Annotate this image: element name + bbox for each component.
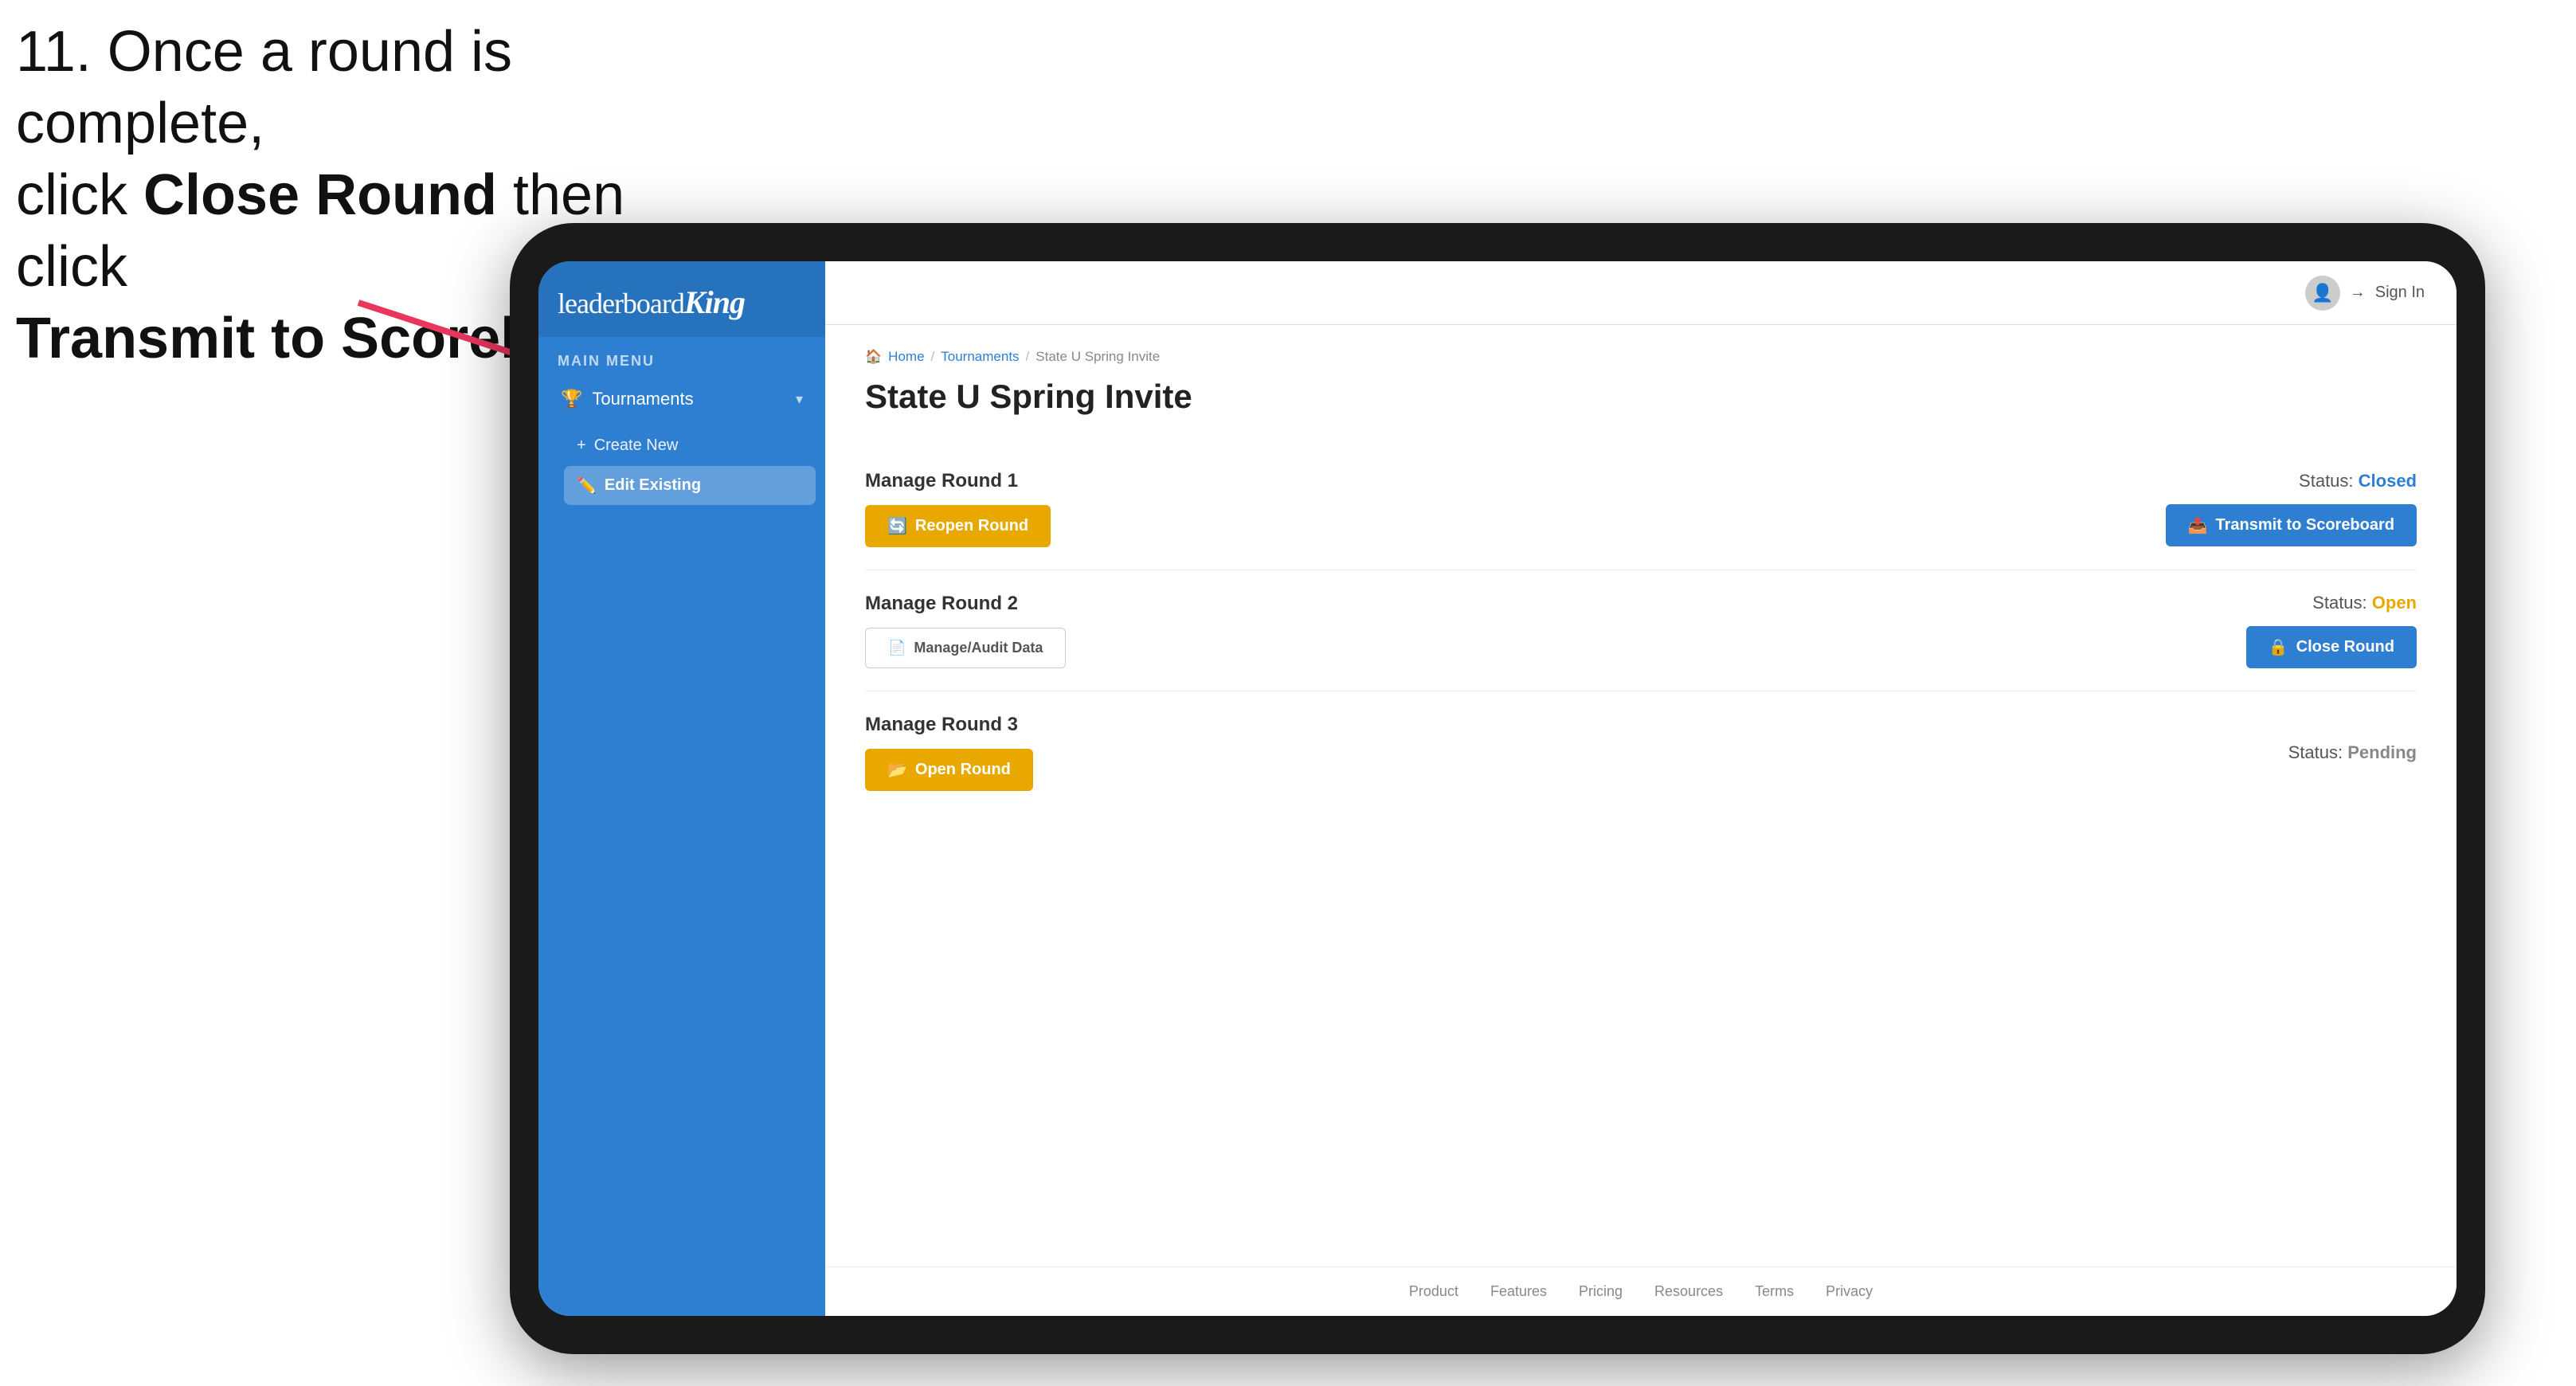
logo-leaderboard: leaderboard [558, 288, 684, 319]
sidebar-item-tournaments[interactable]: 🏆 Tournaments [548, 378, 816, 421]
logo-area: leaderboardKing [538, 261, 825, 337]
footer-product[interactable]: Product [1409, 1283, 1458, 1300]
sidebar-tournaments-label: Tournaments [592, 389, 693, 409]
avatar: 👤 [2305, 276, 2340, 311]
logo: leaderboardKing [558, 284, 806, 321]
sidebar-item-create-new[interactable]: + Create New [564, 427, 816, 464]
round-3-section: Manage Round 3 📂 Open Round Status: Pend… [865, 691, 2417, 813]
footer-features[interactable]: Features [1490, 1283, 1547, 1300]
sign-in-label: Sign In [2375, 284, 2425, 302]
footer-pricing[interactable]: Pricing [1579, 1283, 1623, 1300]
instruction-line1: 11. Once a round is complete, [16, 16, 733, 159]
lock-icon: 🔒 [2269, 637, 2288, 657]
edit-existing-label: Edit Existing [605, 476, 701, 495]
transmit-scoreboard-label: Transmit to Scoreboard [2216, 516, 2395, 534]
tablet-screen: leaderboardKing MAIN MENU 🏆 Tournaments [538, 261, 2457, 1316]
open-round-label: Open Round [915, 761, 1011, 779]
send-icon: 📤 [2188, 515, 2208, 535]
breadcrumb-current: State U Spring Invite [1035, 349, 1160, 365]
user-icon: 👤 [2312, 283, 2333, 303]
reopen-round-label: Reopen Round [915, 517, 1028, 535]
round-2-status-value: Open [2372, 593, 2417, 613]
content-body: 🏠 Home / Tournaments / State U Spring In… [825, 325, 2457, 1267]
round-1-label: Manage Round 1 [865, 470, 1051, 492]
close-round-button[interactable]: 🔒 Close Round [2246, 626, 2417, 668]
sidebar-submenu: + Create New ✏️ Edit Existing [548, 424, 816, 510]
edit-icon: ✏️ [577, 476, 597, 495]
home-icon: 🏠 [865, 349, 882, 365]
app-footer: Product Features Pricing Resources Terms… [825, 1267, 2457, 1316]
round-1-status-value: Closed [2359, 471, 2417, 491]
breadcrumb: 🏠 Home / Tournaments / State U Spring In… [865, 349, 2417, 365]
document-icon: 📄 [888, 640, 906, 656]
signin-arrow-icon: → [2350, 284, 2366, 302]
close-round-label: Close Round [2296, 638, 2394, 656]
trophy-icon: 🏆 [561, 389, 582, 409]
refresh-icon: 🔄 [887, 516, 907, 536]
round-3-label: Manage Round 3 [865, 714, 1033, 736]
main-content: 👤 → Sign In 🏠 Home / Tournaments / [825, 261, 2457, 1316]
footer-terms[interactable]: Terms [1755, 1283, 1794, 1300]
logo-king: King [684, 284, 745, 320]
sidebar-nav: 🏆 Tournaments + Create New ✏️ Edit Exist… [538, 378, 825, 510]
sidebar-item-edit-existing[interactable]: ✏️ Edit Existing [564, 466, 816, 505]
open-icon: 📂 [887, 760, 907, 780]
round-2-status: Status: Open [2312, 593, 2417, 613]
reopen-round-button[interactable]: 🔄 Reopen Round [865, 505, 1051, 547]
sign-in-area[interactable]: 👤 → Sign In [2305, 276, 2425, 311]
app-layout: leaderboardKing MAIN MENU 🏆 Tournaments [538, 261, 2457, 1316]
tablet-frame: leaderboardKing MAIN MENU 🏆 Tournaments [510, 223, 2485, 1354]
breadcrumb-home[interactable]: Home [888, 349, 924, 365]
round-3-status-value: Pending [2347, 742, 2417, 762]
main-menu-label: MAIN MENU [538, 337, 825, 378]
transmit-to-scoreboard-button[interactable]: 📤 Transmit to Scoreboard [2166, 504, 2417, 546]
top-nav: 👤 → Sign In [825, 261, 2457, 325]
manage-audit-label: Manage/Audit Data [914, 640, 1043, 656]
page-title: State U Spring Invite [865, 378, 2417, 416]
manage-audit-data-button[interactable]: 📄 Manage/Audit Data [865, 628, 1066, 668]
chevron-down-icon [796, 391, 803, 408]
create-new-label: Create New [594, 437, 679, 455]
round-3-status: Status: Pending [2288, 742, 2417, 763]
sidebar: leaderboardKing MAIN MENU 🏆 Tournaments [538, 261, 825, 1316]
round-1-section: Manage Round 1 🔄 Reopen Round Status: Cl… [865, 448, 2417, 570]
footer-resources[interactable]: Resources [1654, 1283, 1723, 1300]
round-1-status: Status: Closed [2299, 471, 2417, 491]
round-2-label: Manage Round 2 [865, 593, 1066, 615]
round-2-section: Manage Round 2 📄 Manage/Audit Data Statu… [865, 570, 2417, 691]
open-round-button[interactable]: 📂 Open Round [865, 749, 1033, 791]
plus-icon: + [577, 437, 586, 455]
breadcrumb-tournaments[interactable]: Tournaments [941, 349, 1019, 365]
footer-privacy[interactable]: Privacy [1826, 1283, 1873, 1300]
